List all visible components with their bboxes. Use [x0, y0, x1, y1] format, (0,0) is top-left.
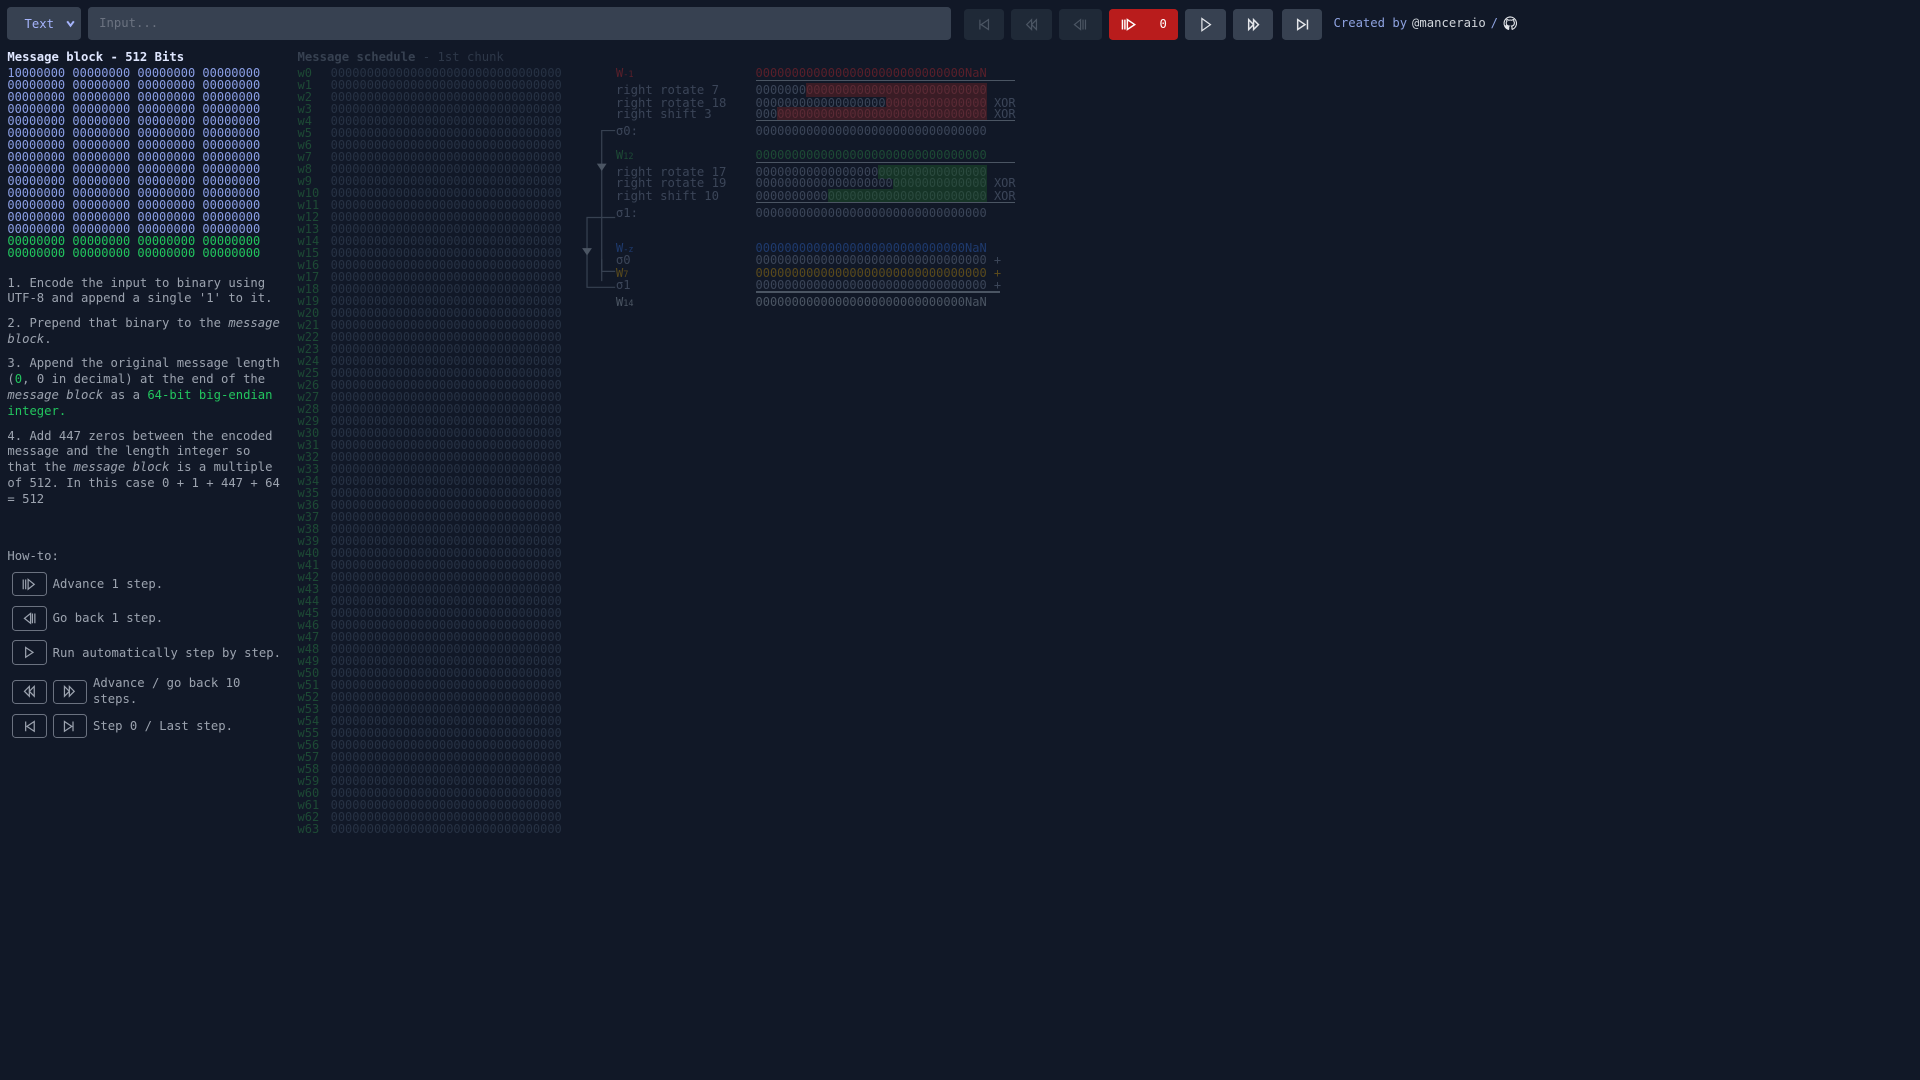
step-4: 4. Add 447 zeros between the encoded mes… [7, 428, 280, 507]
length-bit-row: 00000000 00000000 00000000 00000000 [7, 246, 261, 261]
howto-ends-label: Step 0 / Last step. [93, 719, 233, 734]
step-1: 1. Encode the input to binary using UTF-… [7, 275, 273, 306]
shift-3-label: right shift 3 [615, 106, 712, 121]
word-value: 00000000000000000000000000000000 [330, 822, 562, 837]
w-minus-2-label: W12 [615, 148, 634, 163]
skip-forward-icon [1296, 18, 1308, 31]
howto-advance: Advance 1 step. [12, 571, 164, 597]
step-0-button[interactable] [963, 8, 1005, 41]
fast-forward-icon [1247, 17, 1260, 32]
step-2: 2. Prepend that binary to the message bl… [7, 315, 280, 346]
credit-separator: / [1490, 16, 1498, 31]
steps-explanation: 1. Encode the input to binary using UTF-… [7, 276, 284, 517]
shift-3-value: 00000000000000000000000000000000 XOR [755, 106, 1016, 121]
howto-ten-label: Advance / go back 10 steps. [93, 675, 241, 706]
divider [755, 79, 1016, 81]
rewind-icon [1025, 18, 1038, 31]
advance-1-button[interactable]: 0 [1109, 8, 1178, 41]
app: Text Input... 0 Created by @manceraio / … [0, 0, 1920, 1080]
w-minus-15-value: 00000000000000000000000000000NaN [755, 66, 987, 81]
howto-ten: Advance / go back 10 steps. [12, 676, 246, 708]
sum-term-label: σ1 [615, 277, 631, 292]
shift-10-label: right shift 10 [615, 188, 720, 203]
schedule-title: Message schedule - 1st chunk [297, 50, 504, 65]
word-label: w63 [297, 822, 320, 837]
howto-advance-label: Advance 1 step. [52, 577, 164, 592]
divider [755, 202, 1016, 204]
credit-prefix: Created by [1333, 16, 1408, 31]
sigma1-value: 00000000000000000000000000000000 [755, 205, 987, 220]
mode-select-value: Text [24, 16, 54, 31]
howto-run: Run automatically step by step. [12, 640, 281, 665]
message-input[interactable]: Input... [88, 7, 952, 41]
howto-title: How-to: [7, 548, 59, 563]
w-minus-2-value: 00000000000000000000000000000000 [755, 148, 987, 163]
message-block-title: Message block - 512 Bits [7, 50, 185, 65]
forward-10-button[interactable] [1233, 8, 1274, 41]
credit: Created by @manceraio / [1333, 16, 1517, 31]
step-back-icon [12, 606, 47, 631]
play-icon [12, 640, 47, 665]
play-icon [1201, 17, 1212, 32]
sigma0-value: 00000000000000000000000000000000 [755, 123, 987, 138]
skip-back-icon [12, 713, 47, 739]
divider [755, 161, 1016, 163]
result-value: 00000000000000000000000000000NaN [755, 295, 987, 310]
sigma1-label: σ1: [615, 205, 639, 220]
divider [755, 120, 1016, 122]
step-forward-icon [12, 571, 47, 597]
w-minus-15-label: W-1 [615, 66, 634, 81]
step-back-icon [1073, 18, 1087, 31]
back-10-button[interactable] [1011, 8, 1052, 41]
divider [755, 291, 1001, 293]
schedule-row: w63 00000000000000000000000000000000 [298, 823, 562, 835]
howto-ends: Step 0 / Last step. [12, 713, 233, 739]
fast-forward-icon [52, 679, 87, 705]
last-step-button[interactable] [1282, 8, 1323, 41]
shift-10-value: 00000000000000000000000000000000 XOR [755, 188, 1016, 203]
mode-select[interactable]: Text [7, 7, 81, 41]
skip-forward-icon [52, 713, 87, 739]
result-label: W14 [615, 295, 634, 310]
github-icon[interactable] [1503, 16, 1518, 31]
howto-back-label: Go back 1 step. [52, 611, 164, 626]
back-1-button[interactable] [1059, 8, 1103, 41]
sum-term-value: 00000000000000000000000000000000 + [755, 277, 1002, 292]
step-forward-icon [1122, 18, 1137, 31]
step-3: 3. Append the original message length (0… [7, 356, 280, 419]
message-block-bits: 10000000 00000000 00000000 00000000 00000… [7, 67, 260, 259]
skip-back-icon [979, 18, 990, 31]
howto-run-label: Run automatically step by step. [52, 645, 281, 660]
howto-back: Go back 1 step. [12, 606, 164, 631]
rewind-icon [12, 679, 47, 705]
author-link[interactable]: @manceraio [1412, 16, 1486, 30]
chevron-down-icon [66, 21, 75, 28]
sigma0-label: σ0: [615, 123, 639, 138]
step-counter: 0 [1159, 17, 1167, 32]
play-button[interactable] [1185, 8, 1226, 41]
